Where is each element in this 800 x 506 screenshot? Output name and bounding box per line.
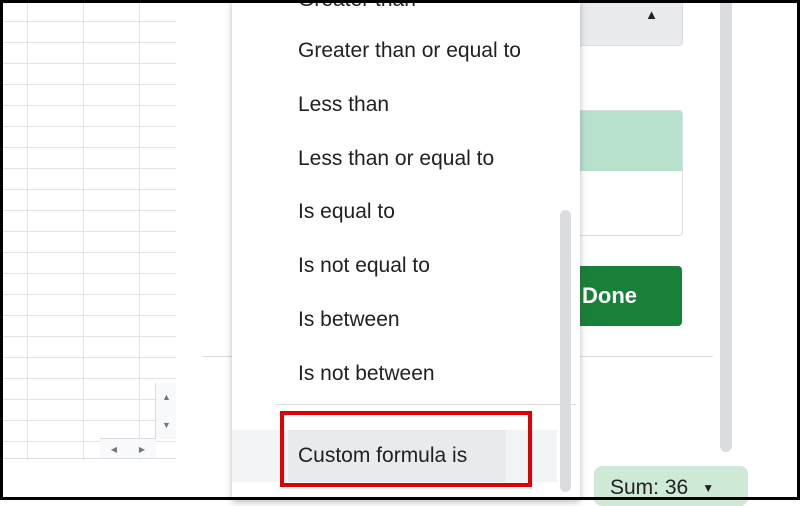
scroll-up-icon[interactable]: ▲ <box>156 387 177 407</box>
menu-item-less-than[interactable]: Less than <box>232 78 580 132</box>
sum-label: Sum: 36 <box>610 476 689 499</box>
menu-separator <box>276 404 576 405</box>
scroll-right-icon[interactable]: ▶ <box>128 439 156 459</box>
sum-indicator[interactable]: Sum: 36 ▼ <box>594 466 748 506</box>
caret-up-icon: ▲ <box>645 7 658 22</box>
scroll-left-icon[interactable]: ◀ <box>100 439 128 459</box>
menu-item-is-not-between[interactable]: Is not between <box>232 347 580 401</box>
scroll-down-icon[interactable]: ▼ <box>156 415 177 435</box>
menu-item-is-between[interactable]: Is between <box>232 293 580 347</box>
grid-horizontal-scrollbar[interactable]: ◀ ▶ <box>100 438 156 459</box>
menu-item-less-than-or-equal-to[interactable]: Less than or equal to <box>232 132 580 186</box>
menu-item-greater-than[interactable]: Greater than <box>232 0 580 27</box>
menu-item-greater-than-or-equal-to[interactable]: Greater than or equal to <box>232 24 580 78</box>
menu-item-is-not-equal-to[interactable]: Is not equal to <box>232 239 580 293</box>
highlight-annotation-box <box>280 411 532 487</box>
caret-down-icon: ▼ <box>702 481 715 496</box>
menu-item-is-equal-to[interactable]: Is equal to <box>232 185 580 239</box>
spreadsheet-grid[interactable] <box>0 0 176 460</box>
grid-vertical-scrollbar[interactable]: ▲ ▼ <box>155 383 177 439</box>
panel-scrollbar-thumb[interactable] <box>720 0 732 452</box>
menu-scrollbar-thumb[interactable] <box>560 210 571 492</box>
